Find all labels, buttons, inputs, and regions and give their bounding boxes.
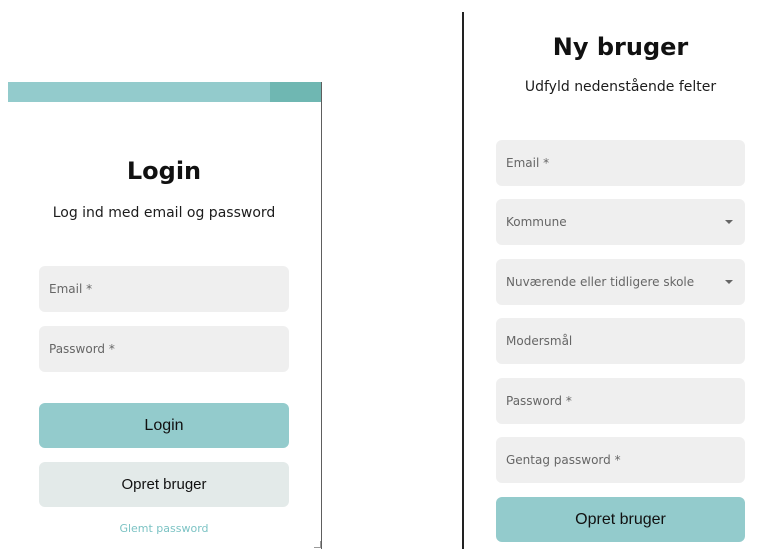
register-email-field[interactable]: Email *	[496, 140, 745, 186]
login-password-placeholder: Password *	[49, 342, 115, 356]
login-email-placeholder: Email *	[49, 282, 93, 296]
create-user-button[interactable]: Opret bruger	[39, 462, 289, 507]
login-password-field[interactable]: Password *	[39, 326, 289, 372]
resize-grip-icon	[314, 541, 321, 548]
skole-placeholder: Nuværende eller tidligere skole	[506, 275, 695, 289]
chevron-down-icon	[725, 220, 733, 224]
kommune-select[interactable]: Kommune	[496, 199, 745, 245]
skole-select[interactable]: Nuværende eller tidligere skole	[496, 259, 745, 305]
login-button[interactable]: Login	[39, 403, 289, 448]
register-password-field[interactable]: Password *	[496, 378, 745, 424]
vertical-divider	[462, 12, 464, 549]
modersmaal-placeholder: Modersmål	[506, 334, 573, 348]
repeat-password-placeholder: Gentag password *	[506, 453, 621, 467]
login-email-field[interactable]: Email *	[39, 266, 289, 312]
forgot-password-link[interactable]: Glemt password	[39, 522, 289, 536]
register-submit-button[interactable]: Opret bruger	[496, 497, 745, 542]
header-band-accent	[270, 82, 322, 102]
kommune-placeholder: Kommune	[506, 215, 567, 229]
register-title: Ny bruger	[552, 33, 689, 61]
register-subtitle: Udfyld nedenstående felter	[524, 79, 717, 95]
register-password-placeholder: Password *	[506, 394, 572, 408]
modersmaal-field[interactable]: Modersmål	[496, 318, 745, 364]
panel-border	[321, 82, 322, 549]
chevron-down-icon	[725, 280, 733, 284]
repeat-password-field[interactable]: Gentag password *	[496, 437, 745, 483]
login-subtitle: Log ind med email og password	[52, 205, 276, 221]
register-email-placeholder: Email *	[506, 156, 550, 170]
page: Login Log ind med email og password Emai…	[0, 0, 764, 549]
login-title: Login	[126, 157, 202, 185]
